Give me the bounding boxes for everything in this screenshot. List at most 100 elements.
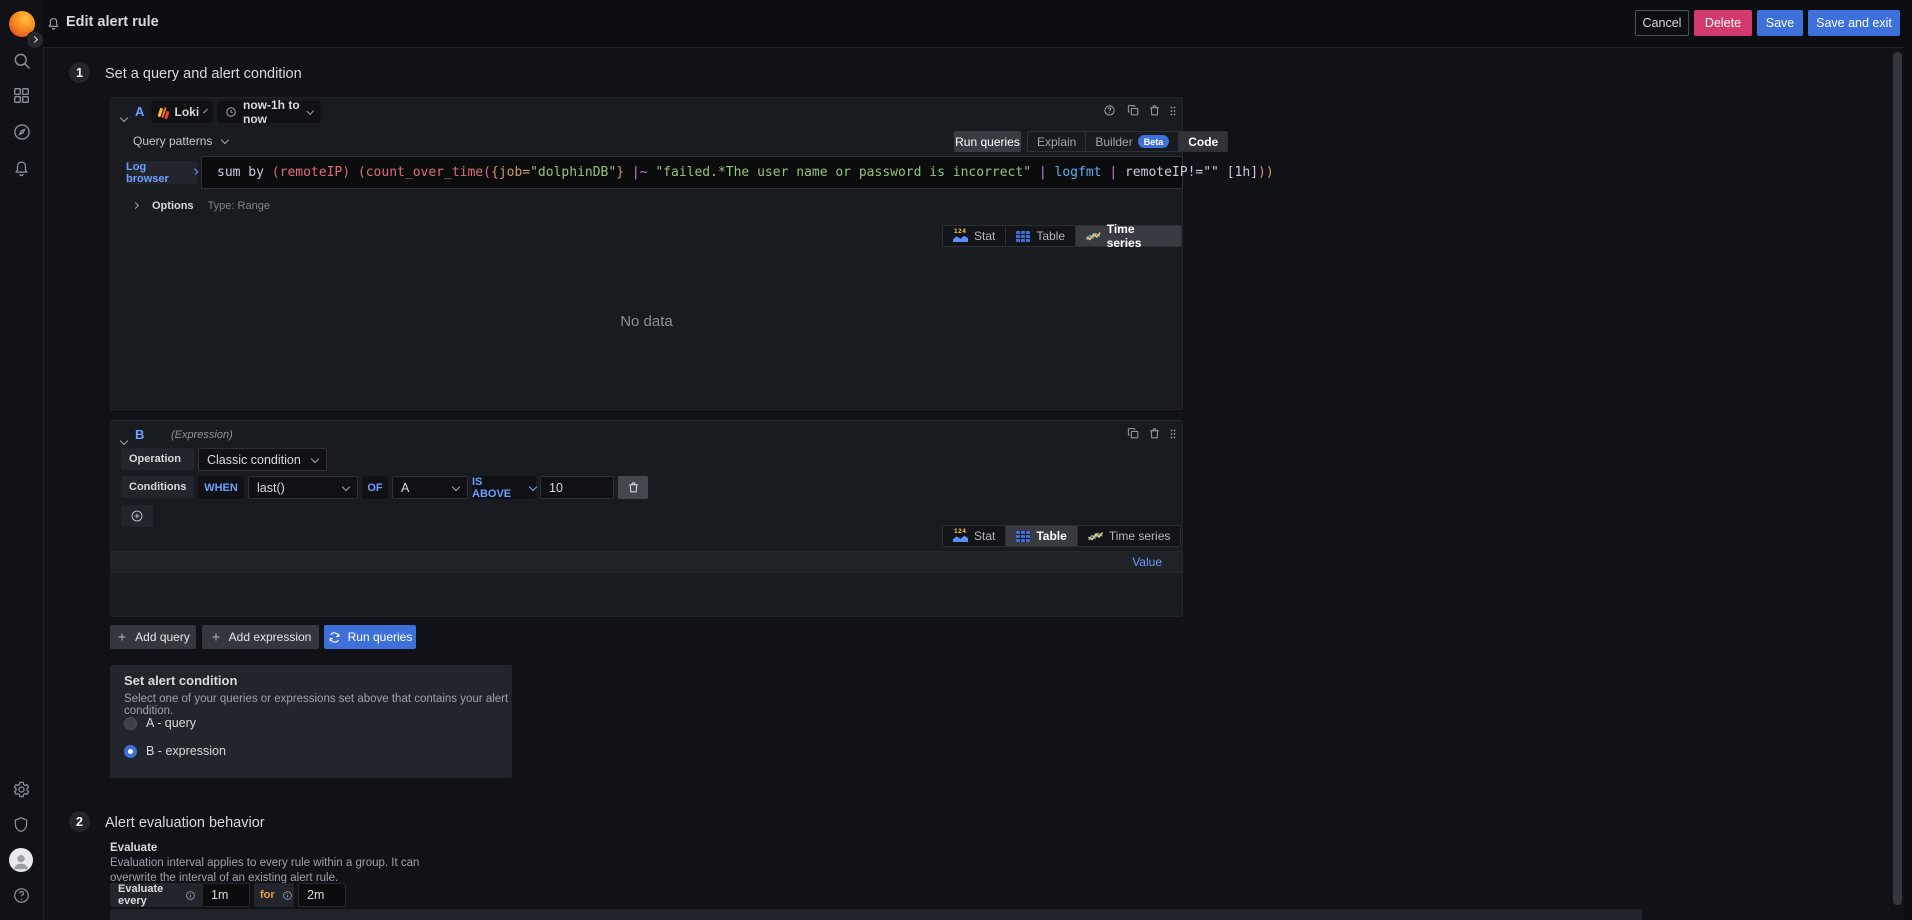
user-avatar[interactable] [9, 848, 33, 872]
expression-kind-label: (Expression) [171, 429, 233, 441]
for-label: for [260, 889, 275, 901]
viz-toggle-expression-b: 124 Stat Table Time series [942, 525, 1181, 547]
loki-logo-icon [158, 105, 170, 118]
settings-gear-icon[interactable] [12, 780, 31, 799]
sync-icon [328, 631, 341, 644]
add-expression-button[interactable]: Add expression [202, 625, 319, 649]
clock-icon [225, 106, 237, 118]
scrollbar-thumb[interactable] [1893, 52, 1902, 905]
datasource-name: Loki [175, 105, 200, 119]
admin-shield-icon[interactable] [12, 815, 30, 834]
datasource-picker[interactable]: Loki [151, 101, 213, 123]
mode-builder[interactable]: Builder Beta [1086, 132, 1179, 151]
viz-timeseries-tab[interactable]: Time series [1078, 526, 1181, 546]
mode-code[interactable]: Code [1179, 132, 1227, 151]
add-query-button[interactable]: Add query [110, 625, 196, 649]
remove-condition-trash-icon[interactable] [618, 476, 648, 499]
plus-circle-icon [130, 509, 144, 523]
operation-label: Operation [121, 448, 194, 470]
for-label-box: for [254, 883, 294, 907]
viz-table-tab[interactable]: Table [1006, 526, 1077, 546]
collapse-chevron-icon[interactable] [121, 431, 127, 449]
chevron-down-icon [221, 136, 229, 144]
viz-stat-tab[interactable]: 124 Stat [943, 226, 1006, 246]
run-queries-button[interactable]: Run queries [324, 625, 416, 649]
viz-toggle-query-a: 124 Stat Table Time series [942, 225, 1182, 247]
run-queries-label: Run queries [348, 630, 413, 644]
table-icon [1016, 231, 1030, 242]
chevron-down-icon [203, 109, 208, 114]
add-condition-button[interactable] [121, 505, 153, 527]
threshold-input[interactable]: 10 [540, 476, 614, 499]
dashboards-grid-icon[interactable] [12, 86, 31, 105]
collapse-chevron-icon[interactable] [121, 108, 127, 126]
plus-icon [210, 631, 222, 643]
evaluate-every-label-box: Evaluate every [110, 883, 204, 907]
step-2-number: 2 [69, 811, 90, 832]
alerting-bell-icon[interactable] [12, 159, 31, 178]
evaluate-description: Evaluation interval applies to every rul… [110, 856, 457, 885]
chevron-down-icon [342, 482, 350, 490]
run-queries-button-query-a[interactable]: Run queries [954, 131, 1021, 152]
for-input[interactable]: 2m [298, 883, 346, 907]
viz-table-tab[interactable]: Table [1006, 226, 1076, 246]
topbar: Edit alert rule Cancel Delete Save Save … [43, 0, 1912, 48]
value-column-header[interactable]: Value [1132, 555, 1162, 569]
chevron-right-icon [192, 168, 198, 174]
help-circle-icon[interactable] [12, 886, 31, 905]
time-range-value: now-1h to now [243, 98, 302, 126]
result-table-header: Value [111, 551, 1182, 573]
loki-query-input[interactable]: sum by (remoteIP) (count_over_time({job=… [201, 156, 1183, 189]
no-data-message: No data [111, 313, 1182, 330]
condition-option-a-label: A - query [146, 716, 196, 730]
condition-option-b-label: B - expression [146, 744, 226, 758]
condition-option-a[interactable]: A - query [124, 716, 196, 730]
chevron-down-icon [311, 454, 319, 462]
evaluator-select[interactable]: IS ABOVE [472, 476, 536, 499]
explore-compass-icon[interactable] [12, 122, 32, 142]
expression-b-refid: B [135, 427, 144, 442]
condition-option-b[interactable]: B - expression [124, 744, 226, 758]
duplicate-query-icon[interactable] [1127, 104, 1140, 117]
radio-selected[interactable] [124, 745, 137, 758]
when-label: WHEN [198, 476, 244, 499]
step-1-title: Set a query and alert condition [105, 66, 302, 82]
chevron-down-icon [529, 482, 537, 490]
delete-button[interactable]: Delete [1694, 10, 1752, 36]
reducer-function-select[interactable]: last() [248, 476, 358, 499]
remove-expression-trash-icon[interactable] [1148, 427, 1161, 440]
options-toggle[interactable]: Options Type: Range [133, 200, 270, 212]
query-ref-select[interactable]: A [392, 476, 468, 499]
cancel-button[interactable]: Cancel [1635, 10, 1689, 36]
query-patterns-dropdown[interactable]: Query patterns [133, 134, 228, 148]
operation-select[interactable]: Classic condition [198, 448, 327, 471]
query-a-refid: A [135, 104, 144, 119]
drag-handle-icon[interactable] [1167, 427, 1179, 441]
table-icon [1016, 531, 1030, 542]
operation-value: Classic condition [207, 453, 301, 467]
sidebar-expand-button[interactable] [26, 31, 44, 49]
datasource-help-icon[interactable] [1103, 104, 1116, 117]
viz-stat-label: Stat [974, 529, 995, 543]
search-icon[interactable] [12, 51, 32, 71]
save-button[interactable]: Save [1757, 10, 1803, 36]
chevron-down-icon [452, 482, 460, 490]
duplicate-expression-icon[interactable] [1127, 427, 1140, 440]
timeseries-icon [1086, 231, 1101, 242]
viz-timeseries-tab[interactable]: Time series [1076, 226, 1181, 246]
chevron-right-icon [132, 201, 139, 208]
set-alert-condition-description: Select one of your queries or expression… [124, 693, 512, 717]
viz-stat-tab[interactable]: 124 Stat [943, 526, 1006, 546]
save-and-exit-button[interactable]: Save and exit [1808, 10, 1900, 36]
viz-stat-label: Stat [974, 229, 995, 243]
stat-icon: 124 [953, 230, 968, 242]
options-label: Options [152, 200, 194, 212]
log-browser-button[interactable]: Log browser [126, 161, 197, 184]
evaluate-every-input[interactable]: 1m [202, 883, 250, 907]
mode-explain[interactable]: Explain [1028, 132, 1086, 151]
remove-query-trash-icon[interactable] [1148, 104, 1161, 117]
options-type-value: Type: Range [208, 200, 270, 212]
radio-unselected[interactable] [124, 717, 137, 730]
time-range-picker[interactable]: now-1h to now [217, 101, 321, 123]
drag-handle-icon[interactable] [1167, 104, 1179, 118]
